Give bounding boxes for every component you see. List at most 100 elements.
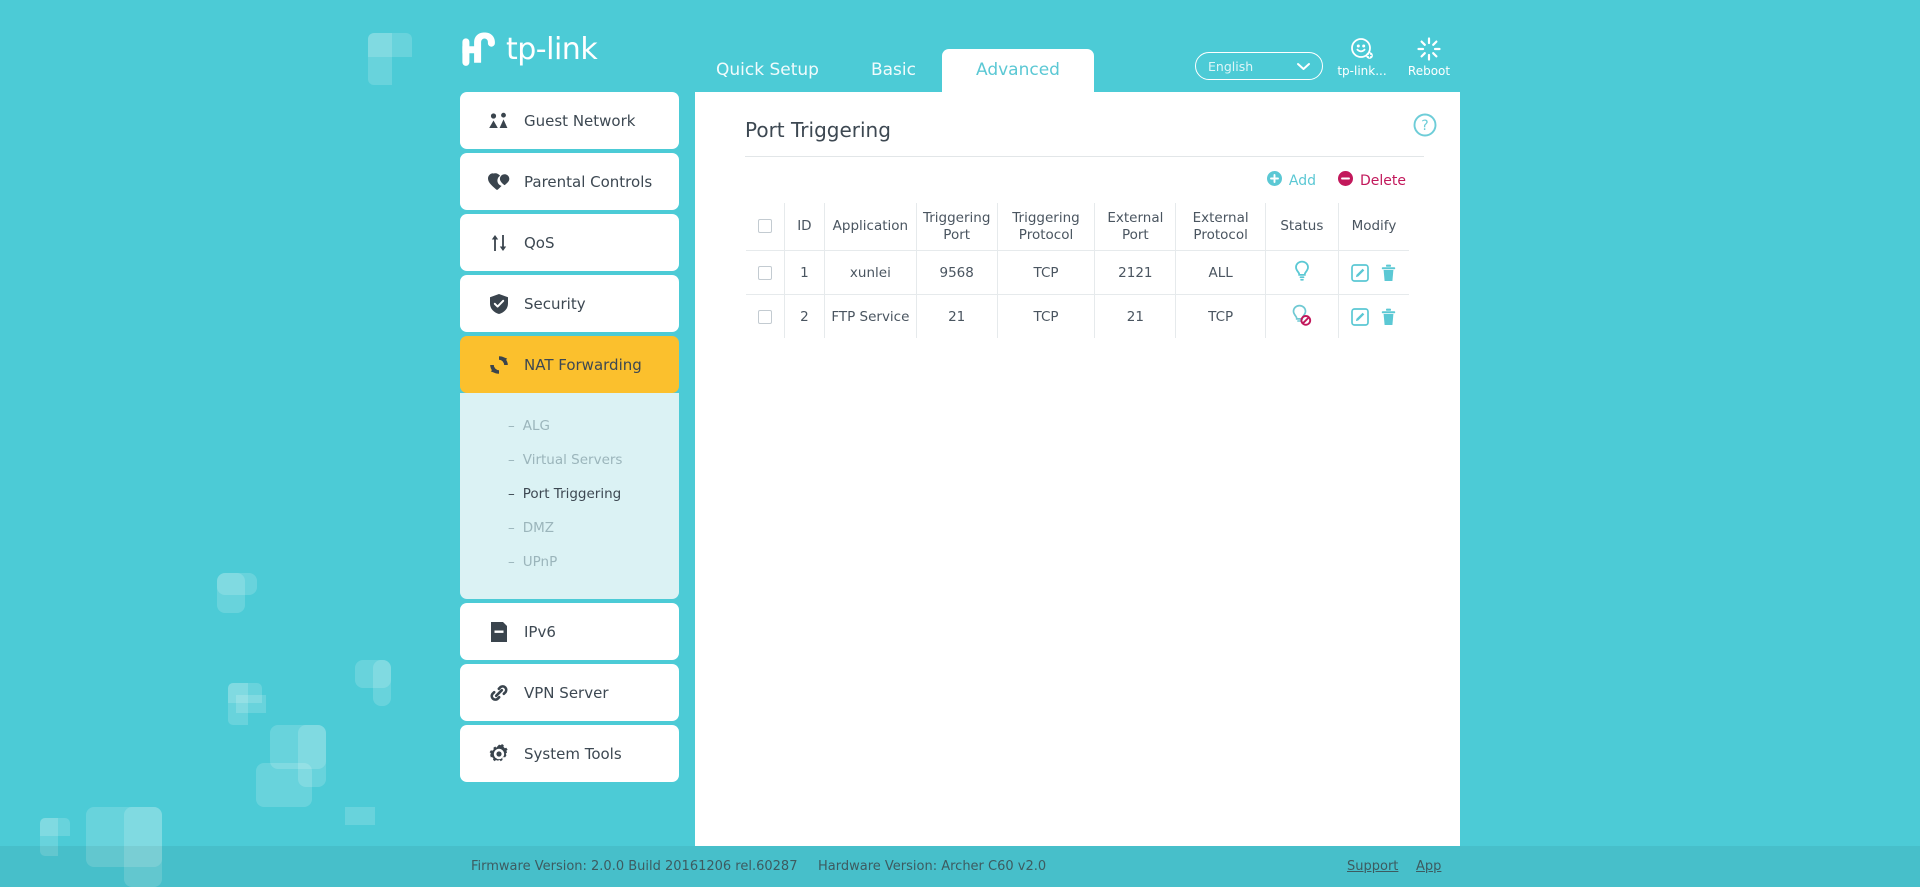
- cell-modify: [1337, 250, 1409, 295]
- gear-icon: [486, 743, 512, 765]
- sidebar-item-vpn-server[interactable]: VPN Server: [460, 664, 679, 721]
- edit-icon[interactable]: [1351, 307, 1370, 326]
- table-actions: Add Delete: [695, 171, 1424, 190]
- chain-link-icon: [486, 682, 512, 704]
- content-bottom-strip: [695, 827, 1460, 846]
- sidebar-nav: Guest Network Parental Controls QoS Secu…: [460, 92, 679, 786]
- trash-icon[interactable]: [1381, 308, 1396, 326]
- cell-id: 2: [783, 294, 826, 338]
- page-footer: Firmware Version: 2.0.0 Build 20161206 r…: [0, 846, 1920, 887]
- submenu-item-dmz[interactable]: – DMZ: [460, 511, 679, 545]
- submenu-item-upnp[interactable]: – UPnP: [460, 545, 679, 579]
- trash-icon[interactable]: [1381, 264, 1396, 282]
- cell-external-port: 2121: [1094, 250, 1177, 295]
- column-header-modify: Modify: [1337, 203, 1409, 251]
- column-header-triggering-port: Triggering Port: [915, 203, 998, 251]
- header-line-1: Application: [832, 218, 909, 235]
- submenu-dash: –: [508, 418, 515, 434]
- app-link[interactable]: App: [1416, 859, 1441, 874]
- language-select[interactable]: English: [1195, 52, 1323, 80]
- reboot-button[interactable]: Reboot: [1392, 36, 1466, 78]
- delete-button[interactable]: Delete: [1338, 171, 1406, 190]
- header-line-1: Status: [1280, 218, 1324, 235]
- updown-arrows-icon: [486, 232, 512, 254]
- sidebar-item-system-tools[interactable]: System Tools: [460, 725, 679, 782]
- submenu-item-port-triggering[interactable]: – Port Triggering: [460, 477, 679, 511]
- row-checkbox[interactable]: [757, 309, 772, 324]
- bulb-on-icon[interactable]: [1293, 260, 1311, 282]
- submenu-dash: –: [508, 520, 515, 536]
- row-select-cell: [746, 294, 785, 338]
- language-select-value: English: [1208, 58, 1254, 74]
- top-header: tp-link Quick Setup Basic Advanced Engli…: [0, 0, 1920, 93]
- sidebar-item-label: QoS: [524, 233, 555, 252]
- minus-circle-icon: [1338, 171, 1353, 190]
- tp-link-cloud-button[interactable]: tp-link...: [1325, 36, 1399, 78]
- port-triggering-table: ID Application Triggering Port Triggerin…: [745, 202, 1410, 339]
- sidebar-item-nat-forwarding[interactable]: NAT Forwarding: [460, 336, 679, 393]
- cell-triggering-port: 9568: [915, 250, 998, 295]
- tab-advanced[interactable]: Advanced: [941, 49, 1094, 93]
- tp-link-cloud-label: tp-link...: [1337, 64, 1387, 78]
- cell-application: xunlei: [824, 250, 917, 295]
- table-row: 2 FTP Service 21 TCP 21 TCP: [746, 294, 1409, 338]
- column-header-id: ID: [783, 203, 826, 251]
- router-admin-page: tp-link Quick Setup Basic Advanced Engli…: [0, 0, 1920, 887]
- add-button[interactable]: Add: [1266, 171, 1316, 190]
- header-line-1: External: [1192, 209, 1249, 226]
- sidebar-item-guest-network[interactable]: Guest Network: [460, 92, 679, 149]
- column-header-status: Status: [1264, 203, 1339, 251]
- tab-quick-setup[interactable]: Quick Setup: [690, 50, 845, 92]
- sidebar-item-label: IPv6: [524, 622, 556, 641]
- submenu-item-virtual-servers[interactable]: – Virtual Servers: [460, 443, 679, 477]
- header-line-2: Port: [943, 226, 971, 243]
- submenu-item-label: Virtual Servers: [522, 452, 623, 468]
- delete-label: Delete: [1360, 172, 1406, 189]
- submenu-item-label: ALG: [522, 418, 550, 434]
- support-link[interactable]: Support: [1347, 859, 1398, 874]
- header-line-1: Triggering: [1012, 209, 1080, 226]
- sidebar-item-ipv6[interactable]: IPv6: [460, 603, 679, 660]
- cell-triggering-protocol: TCP: [996, 294, 1096, 338]
- cell-status: [1264, 250, 1339, 295]
- row-checkbox[interactable]: [757, 265, 772, 280]
- submenu-dash: –: [508, 554, 515, 570]
- select-all-checkbox[interactable]: [757, 219, 772, 234]
- cell-application: FTP Service: [824, 294, 917, 338]
- bulb-disabled-icon[interactable]: [1291, 304, 1313, 326]
- submenu-dash: –: [508, 486, 515, 502]
- row-select-cell: [746, 250, 785, 295]
- top-nav-tabs: Quick Setup Basic Advanced: [690, 48, 1094, 93]
- sidebar-item-label: System Tools: [524, 744, 622, 763]
- tp-link-logo: tp-link: [458, 28, 598, 70]
- submenu-dash: –: [508, 452, 515, 468]
- tab-basic[interactable]: Basic: [845, 50, 942, 92]
- add-label: Add: [1288, 172, 1316, 189]
- chevron-down-icon: [1297, 59, 1310, 74]
- tp-link-cloud-icon: [1349, 36, 1375, 62]
- submenu-item-label: Port Triggering: [522, 486, 622, 502]
- sidebar-item-parental-controls[interactable]: Parental Controls: [460, 153, 679, 210]
- header-line-1: Modify: [1351, 218, 1397, 235]
- sidebar-item-label: NAT Forwarding: [524, 355, 642, 374]
- column-header-external-protocol: External Protocol: [1175, 203, 1266, 251]
- header-line-2: Protocol: [1193, 226, 1248, 243]
- table-row: 1 xunlei 9568 TCP 2121 ALL: [746, 250, 1409, 295]
- edit-icon[interactable]: [1351, 263, 1370, 282]
- sidebar-item-qos[interactable]: QoS: [460, 214, 679, 271]
- submenu-item-alg[interactable]: – ALG: [460, 409, 679, 443]
- header-line-2: Protocol: [1018, 226, 1074, 243]
- column-header-application: Application: [824, 203, 917, 251]
- column-header-external-port: External Port: [1094, 203, 1177, 251]
- sidebar-item-label: Guest Network: [524, 111, 636, 130]
- page-header: Port Triggering ?: [745, 113, 1437, 157]
- firmware-version: Firmware Version: 2.0.0 Build 20161206 r…: [471, 859, 798, 874]
- document-icon: [486, 621, 512, 643]
- question-mark-icon[interactable]: ?: [1412, 112, 1438, 142]
- header-line-1: ID: [797, 218, 812, 235]
- header-line-1: External: [1107, 209, 1164, 226]
- sidebar-item-security[interactable]: Security: [460, 275, 679, 332]
- header-line-1: Triggering: [922, 209, 991, 226]
- sidebar-item-label: Parental Controls: [524, 172, 653, 191]
- sidebar-item-label: VPN Server: [524, 683, 609, 702]
